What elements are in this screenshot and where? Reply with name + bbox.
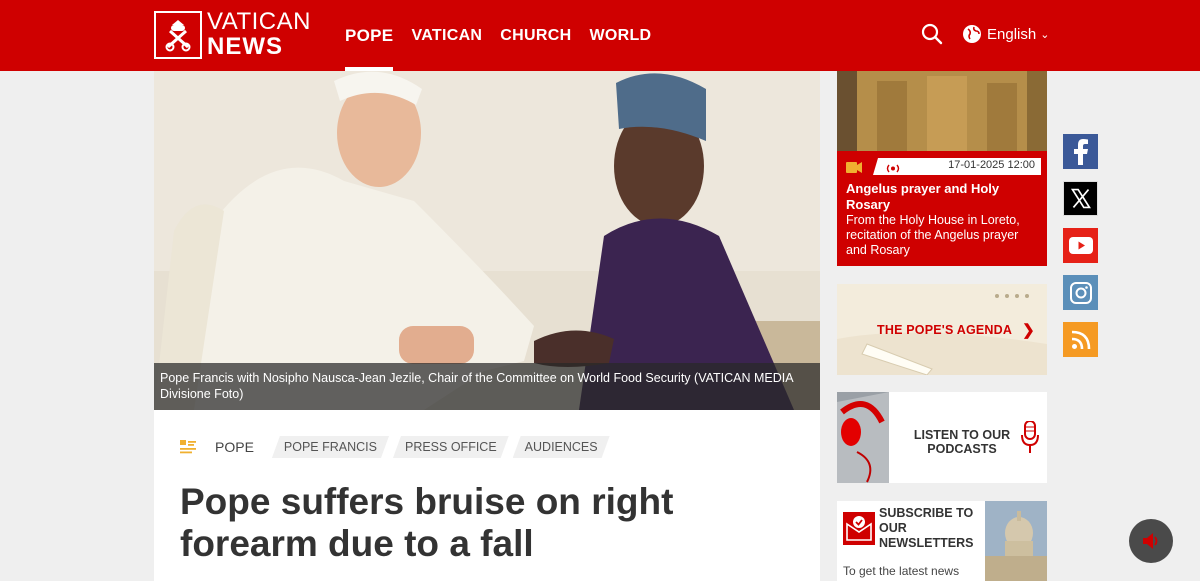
loreto-image	[837, 71, 1047, 151]
newsletter-label: SUBSCRIBE TO OUR NEWSLETTERS	[879, 506, 974, 550]
search-icon[interactable]	[921, 23, 943, 45]
audio-player-button[interactable]	[1129, 519, 1173, 563]
instagram-icon[interactable]	[1063, 275, 1098, 310]
tag-press-office[interactable]: PRESS OFFICE	[393, 436, 509, 458]
newsletter-subtitle: To get the latest news	[843, 564, 960, 578]
category-label[interactable]: POPE	[215, 439, 254, 455]
headphones-image	[837, 392, 889, 483]
microphone-icon	[1021, 420, 1039, 455]
hero-photo	[154, 71, 820, 410]
radio-broadcast-icon	[885, 161, 901, 173]
nav-item-pope[interactable]: POPE	[345, 0, 394, 71]
podcast-label: LISTEN TO OUR PODCASTS	[913, 428, 1011, 456]
rss-icon[interactable]	[1063, 322, 1098, 357]
globe-icon	[963, 25, 981, 43]
nav-item-church[interactable]: CHURCH	[500, 0, 571, 71]
newsletter-card[interactable]: SUBSCRIBE TO OUR NEWSLETTERS To get the …	[837, 501, 1047, 581]
site-header: VATICAN NEWS POPE VATICAN CHURCH WORLD E…	[0, 0, 1200, 71]
envelope-icon	[843, 512, 875, 545]
article-header: POPE POPE FRANCIS PRESS OFFICE AUDIENCES…	[154, 410, 820, 581]
nav-item-world[interactable]: WORLD	[589, 0, 651, 71]
hero-caption: Pope Francis with Nosipho Nausca-Jean Je…	[154, 363, 820, 410]
hero-image[interactable]: Pope Francis with Nosipho Nausca-Jean Je…	[154, 71, 820, 410]
article-headline: Pope suffers bruise on right forearm due…	[180, 481, 674, 564]
logo-line1: VATICAN	[207, 8, 311, 35]
live-description: From the Holy House in Loreto, recitatio…	[846, 213, 1020, 257]
speaker-icon	[1143, 533, 1158, 549]
vatican-news-logo[interactable]: VATICAN NEWS	[154, 10, 311, 59]
st-peters-image	[985, 501, 1047, 581]
category-row: POPE POPE FRANCIS PRESS OFFICE AUDIENCES	[180, 436, 614, 458]
nav-item-vatican[interactable]: VATICAN	[411, 0, 482, 71]
live-broadcast-card[interactable]: 17-01-2025 12:00 Angelus prayer and Holy…	[837, 71, 1047, 266]
live-datetime: 17-01-2025 12:00	[948, 159, 1035, 171]
live-title: Angelus prayer and Holy Rosary	[846, 181, 1000, 212]
podcast-card[interactable]: LISTEN TO OUR PODCASTS	[837, 392, 1047, 483]
logo-line2: NEWS	[207, 33, 283, 60]
agenda-label: THE POPE'S AGENDA	[877, 323, 1013, 337]
article-icon	[180, 440, 196, 454]
chevron-right-icon: ❯	[1022, 322, 1035, 339]
vatican-emblem-icon	[154, 10, 202, 59]
facebook-icon[interactable]	[1063, 134, 1098, 169]
tag-pope-francis[interactable]: POPE FRANCIS	[272, 436, 389, 458]
language-label: English	[987, 25, 1037, 43]
main-nav: POPE VATICAN CHURCH WORLD	[345, 0, 669, 71]
tag-audiences[interactable]: AUDIENCES	[513, 436, 610, 458]
x-icon[interactable]	[1063, 181, 1098, 216]
popes-agenda-card[interactable]: THE POPE'S AGENDA ❯	[837, 284, 1047, 375]
youtube-icon[interactable]	[1063, 228, 1098, 263]
language-selector[interactable]: English ⌄	[962, 24, 1049, 44]
chevron-down-icon: ⌄	[1040, 28, 1050, 41]
video-camera-icon	[846, 160, 862, 173]
